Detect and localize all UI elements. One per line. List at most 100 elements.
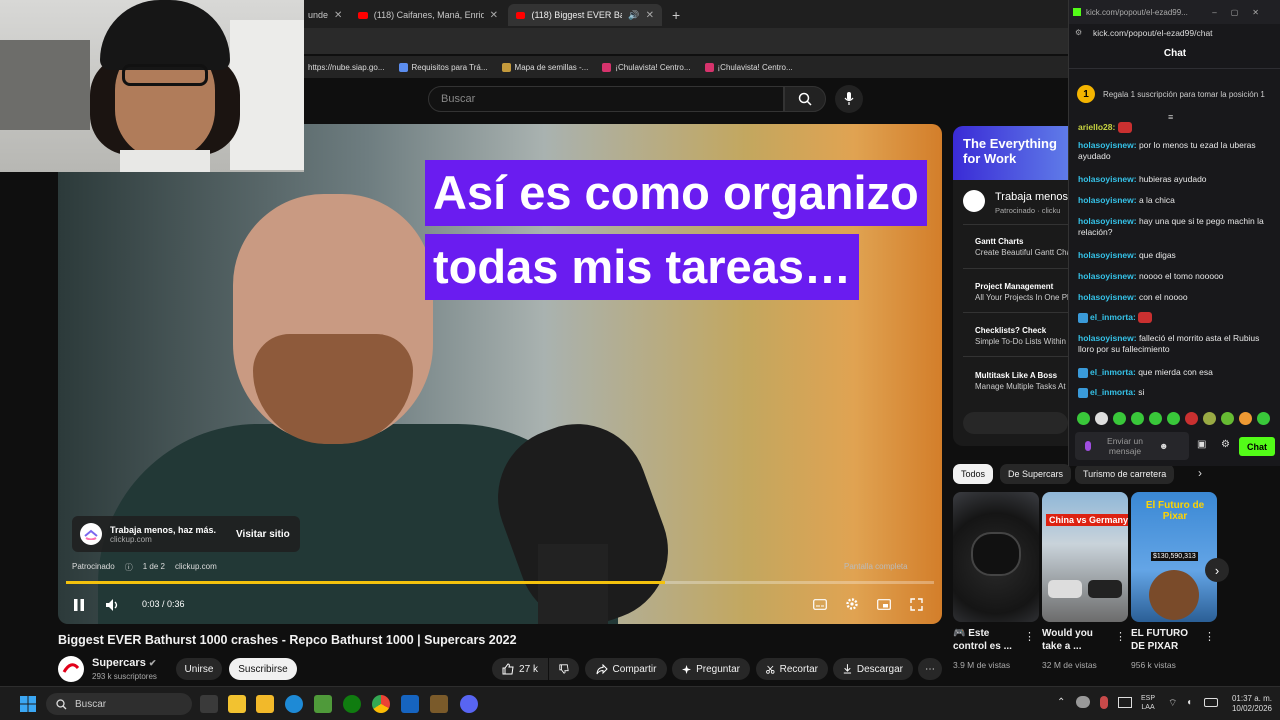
emote-icon[interactable] — [1257, 412, 1270, 425]
store-icon[interactable] — [256, 695, 274, 713]
chat-username[interactable]: el_inmorta: — [1090, 387, 1136, 397]
browser-tab[interactable]: unde ✕ — [300, 4, 348, 26]
short-thumbnail[interactable]: China vs Germany — [1042, 492, 1128, 622]
chat-message-input[interactable]: Enviar un mensaje ☻ — [1075, 432, 1189, 460]
subtitles-button[interactable] — [810, 594, 830, 614]
chat-send-button[interactable]: Chat — [1239, 437, 1275, 456]
store-icon[interactable]: ▣ — [1197, 439, 1206, 450]
browser-tab[interactable]: (118) Caifanes, Maná, Enrique B ✕ — [350, 4, 506, 26]
ad-sitelink[interactable]: Project Management All Your Projects In O… — [975, 281, 1068, 303]
chat-username[interactable]: holasoyisnew: — [1078, 271, 1137, 281]
chip-all[interactable]: Todos — [953, 464, 994, 484]
volume-icon[interactable]: ◖ — [1186, 697, 1192, 708]
emote-icon[interactable] — [1095, 412, 1108, 425]
microphone-icon[interactable] — [1085, 441, 1091, 451]
short-thumbnail[interactable]: El Futuro de Pixar $130,590,313 — [1131, 492, 1217, 622]
browser-tab-active[interactable]: (118) Biggest EVER Bathurst 🔊 ✕ — [508, 4, 662, 26]
wifi-icon[interactable]: ⌔ — [1168, 697, 1177, 710]
ad-sitelink[interactable]: Checklists? Check Simple To-Do Lists With… — [975, 325, 1066, 347]
chat-username[interactable]: holasoyisnew: — [1078, 333, 1137, 343]
ad-domain[interactable]: clickup.com — [175, 562, 217, 573]
channel-name[interactable]: Supercars ✔ — [92, 657, 156, 669]
edge-icon[interactable] — [285, 695, 303, 713]
emote-icon[interactable] — [1077, 412, 1090, 425]
gift-sub-banner[interactable]: 1 Regala 1 suscripción para tomar la pos… — [1077, 78, 1273, 110]
short-title[interactable]: Would you take a ... — [1042, 627, 1114, 653]
emote-icon[interactable] — [1149, 412, 1162, 425]
ad-banner[interactable]: The Everything for Work — [953, 126, 1068, 180]
emote-icon[interactable] — [1221, 412, 1234, 425]
join-button[interactable]: Unirse — [176, 658, 222, 680]
close-icon[interactable]: ✕ — [334, 10, 342, 21]
chat-username[interactable]: holasoyisnew: — [1078, 195, 1137, 205]
language-indicator[interactable]: ESP LAA — [1141, 694, 1155, 712]
bookmark[interactable]: ¡Chulavista! Centro... — [602, 62, 691, 72]
close-icon[interactable]: ✕ — [490, 10, 498, 21]
emote-icon[interactable] — [1131, 412, 1144, 425]
outlook-icon[interactable] — [401, 695, 419, 713]
dislike-button[interactable] — [549, 658, 579, 680]
discord-icon[interactable] — [460, 695, 478, 713]
emote-icon[interactable] — [1113, 412, 1126, 425]
ask-button[interactable]: Preguntar — [672, 658, 750, 680]
emote-icon[interactable] — [1239, 412, 1252, 425]
chat-username[interactable]: holasoyisnew: — [1078, 250, 1137, 260]
volume-button[interactable] — [102, 594, 124, 616]
search-button[interactable] — [784, 86, 826, 112]
clip-button[interactable]: Recortar — [756, 658, 828, 680]
pinned-collapse-icon[interactable]: ≡ — [1168, 112, 1173, 122]
speaker-icon[interactable]: 🔊 — [628, 10, 639, 21]
new-tab-button[interactable]: + — [664, 4, 684, 26]
chrome-icon[interactable] — [372, 695, 390, 713]
emote-icon[interactable] — [1185, 412, 1198, 425]
chat-username[interactable]: holasoyisnew: — [1078, 174, 1137, 184]
subscribe-button[interactable]: Suscribirse — [229, 658, 297, 680]
window-controls[interactable]: –▢✕ — [1212, 8, 1273, 17]
emote-icon[interactable] — [1203, 412, 1216, 425]
visit-site-button[interactable]: Visitar sitio — [236, 529, 290, 540]
system-clock[interactable]: 01:37 a. m. 10/02/2026 — [1226, 694, 1272, 714]
chat-username[interactable]: holasoyisnew: — [1078, 292, 1137, 302]
emoji-icon[interactable]: ☻ — [1159, 441, 1168, 451]
bookmark[interactable]: https://nube.siap.go... — [308, 63, 385, 72]
task-view-icon[interactable] — [200, 695, 218, 713]
fullscreen-button[interactable] — [906, 594, 926, 614]
shorts-next-button[interactable]: › — [1205, 558, 1229, 582]
app-icon[interactable] — [430, 695, 448, 713]
battery-icon[interactable] — [1204, 698, 1218, 707]
onedrive-icon[interactable] — [1076, 696, 1090, 708]
video-player[interactable]: Así es como organizo todas mis tareas… T… — [58, 124, 942, 624]
search-input[interactable]: Buscar — [428, 86, 784, 112]
chat-username[interactable]: ariello28: — [1078, 122, 1115, 132]
short-thumbnail[interactable] — [953, 492, 1039, 622]
bookmark[interactable]: Mapa de semillas -... — [501, 62, 588, 72]
close-icon[interactable]: ✕ — [646, 10, 654, 21]
microphone-icon[interactable] — [1100, 696, 1108, 709]
emote-icon[interactable] — [1167, 412, 1180, 425]
ad-cta-button[interactable] — [963, 412, 1068, 434]
channel-avatar[interactable] — [58, 656, 84, 682]
chat-username[interactable]: holasoyisnew: — [1078, 140, 1137, 150]
chat-username[interactable]: el_inmorta: — [1090, 367, 1136, 377]
display-icon[interactable] — [1118, 697, 1132, 708]
chat-username[interactable]: holasoyisnew: — [1078, 216, 1137, 226]
info-icon[interactable]: ⓘ — [125, 562, 133, 573]
short-title[interactable]: 🎮 Este control es ... — [953, 627, 1025, 653]
chip-road-racing[interactable]: Turismo de carretera — [1075, 464, 1175, 484]
ad-sitelink[interactable]: Gantt Charts Create Beautiful Gantt Cha — [975, 236, 1068, 258]
chip-from-supercars[interactable]: De Supercars — [1000, 464, 1072, 484]
chevron-right-icon[interactable]: › — [1198, 466, 1202, 480]
xbox-icon[interactable] — [343, 695, 361, 713]
like-button[interactable]: 27 k — [492, 658, 548, 680]
more-vert-icon[interactable]: ⋮ — [1024, 630, 1035, 643]
more-vert-icon[interactable]: ⋮ — [1204, 630, 1215, 643]
file-explorer-icon[interactable] — [228, 695, 246, 713]
windows-start-button[interactable] — [20, 696, 36, 712]
ad-sitelink[interactable]: Multitask Like A Boss Manage Multiple Tas… — [975, 370, 1066, 392]
minecraft-icon[interactable] — [314, 695, 332, 713]
chat-username[interactable]: el_inmorta: — [1090, 312, 1136, 322]
voice-search-button[interactable] — [835, 85, 863, 113]
site-settings-icon[interactable]: ⚙ — [1075, 28, 1082, 37]
download-button[interactable]: Descargar — [833, 658, 913, 680]
settings-button[interactable] — [842, 594, 862, 614]
